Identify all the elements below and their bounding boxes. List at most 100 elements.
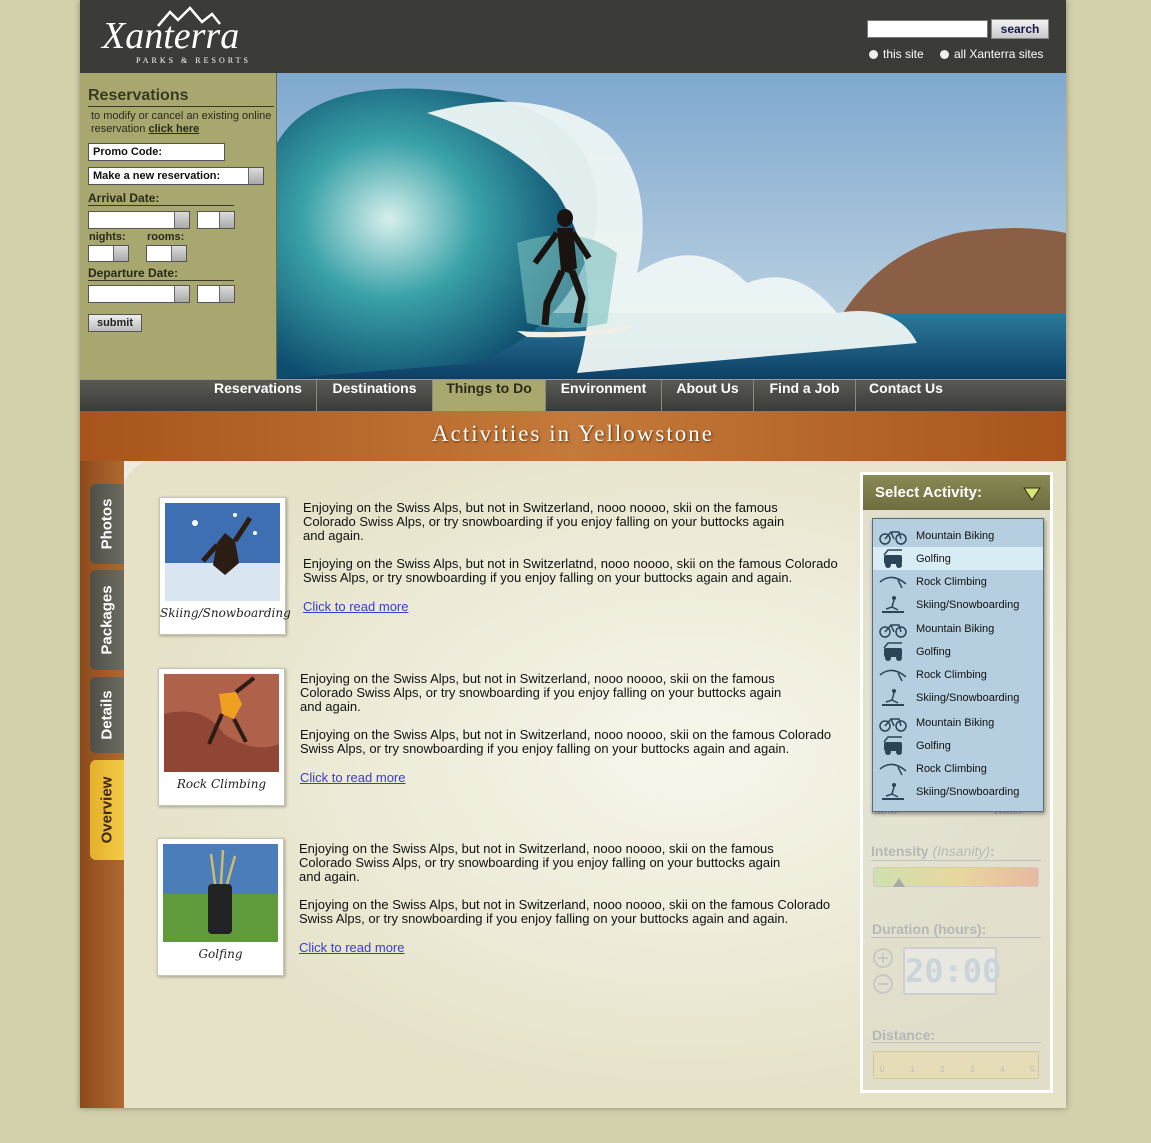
nav-reservations[interactable]: Reservations: [200, 380, 317, 411]
departure-day-select[interactable]: [197, 285, 235, 303]
read-more-link[interactable]: Click to read more: [303, 599, 408, 614]
activity-paragraph: Enjoying on the Swiss Alps, but not in S…: [303, 500, 785, 543]
tab-label: Packages: [98, 585, 116, 655]
radio-this-site[interactable]: this site: [869, 47, 924, 61]
mountain-biking-icon: [878, 526, 908, 546]
dropdown-arrow-icon[interactable]: [171, 246, 186, 261]
activity-option-golfing[interactable]: Golfing: [873, 640, 1043, 663]
nav-destinations[interactable]: Destinations: [317, 380, 433, 411]
activity-caption: Golfing: [198, 947, 243, 961]
reservations-note: to modify or cancel an existing online r…: [91, 110, 275, 136]
tab-packages[interactable]: Packages: [90, 570, 124, 670]
xanterra-logo[interactable]: Xanterra PARKS & RESORTS: [98, 4, 270, 66]
tab-photos[interactable]: Photos: [90, 484, 124, 564]
reservations-title: Reservations: [88, 87, 274, 107]
divider: [871, 1042, 1041, 1043]
header: Xanterra PARKS & RESORTS search this sit…: [80, 0, 1066, 73]
activity-option-label: Rock Climbing: [916, 575, 987, 588]
tab-label: Overview: [98, 776, 116, 844]
main-nav: Reservations Destinations Things to Do E…: [80, 379, 1066, 411]
ruler-tick-label: 1: [910, 1065, 915, 1074]
activity-dropdown-list[interactable]: Mountain Biking Golfing Rock Climbing Skiin…: [872, 518, 1044, 812]
tab-label: Details: [98, 690, 116, 740]
new-reservation-select[interactable]: Make a new reservation:: [88, 167, 264, 185]
plus-icon[interactable]: [872, 947, 894, 969]
divider: [871, 937, 1041, 938]
mountain-biking-icon: [878, 713, 908, 733]
activity-option-skiing-snowboarding[interactable]: Skiing/Snowboarding: [873, 686, 1043, 709]
dropdown-arrow-icon[interactable]: [113, 246, 128, 261]
skiing-snowboarding-icon: [878, 782, 908, 802]
departure-date-label: Departure Date:: [88, 266, 234, 281]
dropdown-arrow-icon[interactable]: [219, 212, 234, 228]
dropdown-arrow-icon[interactable]: [174, 212, 189, 228]
dropdown-arrow-icon[interactable]: [248, 168, 263, 184]
promo-code-field[interactable]: Promo Code:: [88, 143, 225, 161]
nights-select[interactable]: [88, 245, 129, 262]
rooms-select[interactable]: [146, 245, 187, 262]
activity-option-rock-climbing[interactable]: Rock Climbing: [873, 570, 1043, 593]
intensity-slider[interactable]: [873, 867, 1039, 887]
select-activity-header[interactable]: Select Activity:: [863, 475, 1050, 510]
golfing-icon: [878, 735, 908, 756]
radio-all-sites[interactable]: all Xanterra sites: [940, 47, 1043, 61]
activity-description: Enjoying on the Swiss Alps, but not in S…: [300, 671, 845, 786]
page-title: Activities in Yellowstone: [432, 421, 714, 446]
activity-photo-card[interactable]: Golfing: [157, 838, 284, 976]
activity-option-mountain-biking[interactable]: Mountain Biking: [873, 617, 1043, 640]
activity-paragraph: Enjoying on the Swiss Alps, but not in S…: [300, 671, 782, 714]
triangle-down-icon[interactable]: [1023, 487, 1041, 501]
activity-option-golfing[interactable]: Golfing: [873, 547, 1043, 570]
nav-things-to-do[interactable]: Things to Do: [433, 380, 546, 411]
search-input[interactable]: [867, 20, 988, 38]
nav-about-us[interactable]: About Us: [662, 380, 754, 411]
nav-contact-us[interactable]: Contact Us: [856, 380, 956, 411]
activity-option-label: Skiing/Snowboarding: [916, 691, 1020, 704]
activity-paragraph: Enjoying on the Swiss Alps, but not in S…: [299, 897, 831, 926]
activity-option-golfing[interactable]: Golfing: [873, 734, 1043, 757]
read-more-link[interactable]: Click to read more: [300, 770, 405, 785]
search-button[interactable]: search: [991, 19, 1049, 39]
slider-thumb[interactable]: [892, 878, 905, 887]
promo-code-label: Promo Code:: [93, 146, 163, 158]
arrival-date-select[interactable]: [88, 211, 190, 229]
golfing-photo: [163, 844, 278, 942]
activity-option-skiing-snowboarding[interactable]: Skiing/Snowboarding: [873, 780, 1043, 803]
mountain-biking-icon: [878, 619, 908, 639]
activity-photo-card[interactable]: Rock Climbing: [158, 668, 285, 806]
read-more-link[interactable]: Click to read more: [299, 940, 404, 955]
departure-date-select[interactable]: [88, 285, 190, 303]
new-reservation-label: Make a new reservation:: [93, 170, 221, 182]
activity-photo-card[interactable]: Skiing/Snowboarding: [159, 497, 291, 635]
minus-icon[interactable]: [872, 973, 894, 995]
dropdown-arrow-icon[interactable]: [219, 286, 234, 302]
submit-button[interactable]: submit: [88, 314, 142, 332]
page-frame: Xanterra PARKS & RESORTS search this sit…: [80, 0, 1066, 1108]
skiing-snowboarding-icon: [878, 688, 908, 708]
tab-details[interactable]: Details: [90, 677, 124, 753]
nav-find-a-job[interactable]: Find a Job: [754, 380, 856, 411]
activity-option-mountain-biking[interactable]: Mountain Biking: [873, 524, 1043, 547]
dropdown-arrow-icon[interactable]: [174, 286, 189, 302]
radio-icon[interactable]: [940, 49, 949, 59]
divider: [871, 860, 1041, 861]
rock-climbing-icon: [878, 665, 908, 685]
activity-option-rock-climbing[interactable]: Rock Climbing: [873, 663, 1043, 686]
arrival-day-select[interactable]: [197, 211, 235, 229]
tab-overview[interactable]: Overview: [90, 760, 124, 860]
activity-description: Enjoying on the Swiss Alps, but not in S…: [299, 842, 844, 956]
radio-icon[interactable]: [869, 49, 878, 59]
activity-option-rock-climbing[interactable]: Rock Climbing: [873, 757, 1043, 780]
activity-option-label: Golfing: [916, 645, 951, 658]
svg-text:Xanterra: Xanterra: [100, 15, 239, 57]
click-here-link[interactable]: click here: [148, 123, 199, 135]
rock-climbing-icon: [878, 759, 908, 779]
distance-ruler[interactable]: 0 1 2 3 4 5: [873, 1051, 1039, 1079]
ruler-tick-label: 4: [1000, 1065, 1005, 1074]
nav-environment[interactable]: Environment: [546, 380, 662, 411]
rock-climbing-photo: [164, 674, 279, 772]
activity-option-skiing-snowboarding[interactable]: Skiing/Snowboarding: [873, 593, 1043, 616]
svg-text:PARKS & RESORTS: PARKS & RESORTS: [136, 56, 251, 65]
activity-paragraph: Enjoying on the Swiss Alps, but not in S…: [300, 727, 832, 756]
activity-option-mountain-biking[interactable]: Mountain Biking: [873, 711, 1043, 734]
